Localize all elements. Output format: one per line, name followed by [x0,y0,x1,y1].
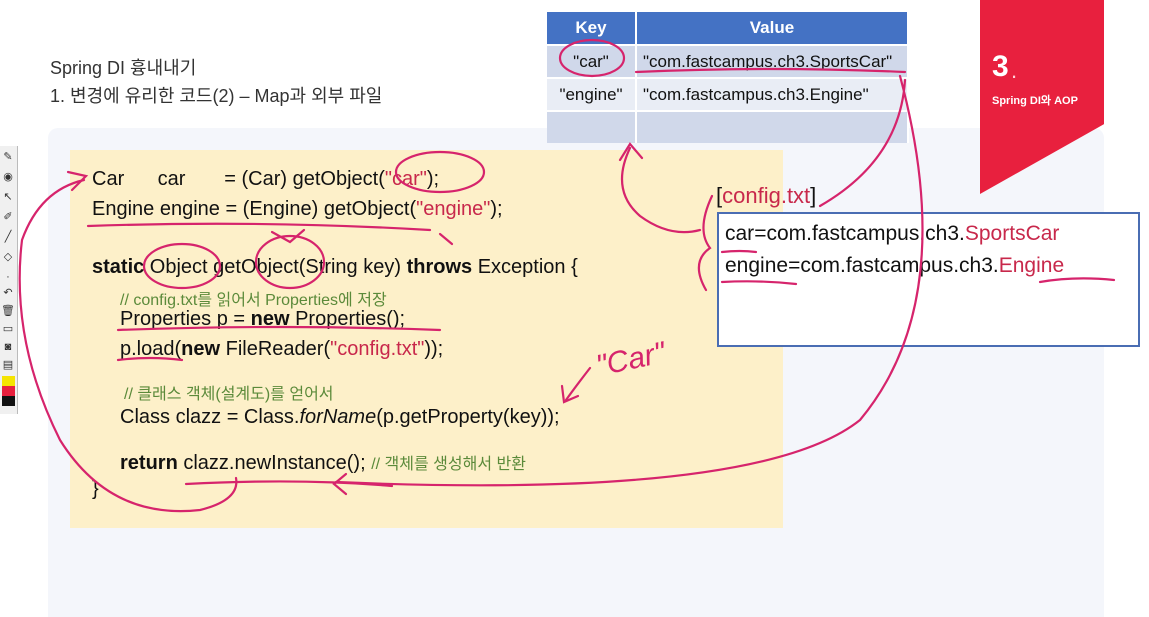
chapter-number: 3 [992,50,1009,83]
undo-icon[interactable]: ↶ [1,286,15,300]
eraser-icon[interactable]: ◇ [1,250,15,264]
dot-icon[interactable]: · [1,270,15,284]
slide-title: Spring DI 흉내내기 [50,58,197,78]
key-value-table: Key Value "car" "com.fastcampus.ch3.Spor… [547,12,909,143]
header-key: Key [547,12,637,45]
code-line-3: static Object getObject(String key) thro… [92,256,578,278]
pen-icon[interactable]: ✐ [1,210,15,224]
code-block: Car car = (Car) getObject("car"); Engine… [70,150,783,528]
marker-icon[interactable]: ╱ [1,230,15,244]
camera-icon[interactable]: ◙ [1,340,15,354]
screen-icon[interactable]: ▭ [1,322,15,336]
color-swatch-yellow[interactable] [2,376,15,386]
chapter-dot: . [1011,58,1018,83]
cell-key: "engine" [547,77,637,111]
code-line-5: Properties p = new Properties(); [120,308,406,330]
eye-icon[interactable]: ◉ [1,170,15,184]
config-file-content: car=com.fastcampus.ch3.SportsCar engine=… [717,212,1140,347]
code-line-1: Car car = (Car) getObject("car"); [92,168,440,190]
cell-value: "com.fastcampus.ch3.SportsCar" [636,44,909,78]
chapter-title: Spring DI와 AOP [992,95,1078,107]
cell-key [547,110,637,143]
header-value: Value [636,12,909,45]
code-line-8: Class clazz = Class.forName(p.getPropert… [120,406,560,428]
config-line-2: engine=com.fastcampus.ch3.Engine [725,254,1065,277]
pointer-icon[interactable]: ✎ [1,150,15,164]
trash-icon[interactable]: 🗑 [1,304,15,318]
table-header-row: Key Value [547,12,909,45]
slide-subtitle: 1. 변경에 유리한 코드(2) – Map과 외부 파일 [50,86,383,106]
table-row: "car" "com.fastcampus.ch3.SportsCar" [547,44,909,78]
cell-value: "com.fastcampus.ch3.Engine" [636,77,909,111]
cell-key: "car" [547,44,637,78]
cell-value [636,110,909,143]
code-line-9: return clazz.newInstance(); // 객체를 생성해서 … [120,452,526,474]
color-swatch-black[interactable] [2,396,15,406]
code-line-7: // 클래스 객체(설계도)를 얻어서 [124,386,334,403]
code-line-6: p.load(new FileReader("config.txt")); [120,338,444,360]
config-file-label: [config.txt] [716,183,817,208]
clipboard-icon[interactable]: ▤ [1,358,15,372]
code-line-10: } [92,478,99,500]
annotation-toolbar: ✎ ◉ ↖ ✐ ╱ ◇ · ↶ 🗑 ▭ ◙ ▤ [0,146,18,414]
table-row [547,110,909,143]
table-row: "engine" "com.fastcampus.ch3.Engine" [547,77,909,111]
config-line-1: car=com.fastcampus.ch3.SportsCar [725,222,1060,245]
color-swatch-red[interactable] [2,386,15,396]
code-line-2: Engine engine = (Engine) getObject("engi… [92,198,503,220]
cursor-icon[interactable]: ↖ [1,190,15,204]
